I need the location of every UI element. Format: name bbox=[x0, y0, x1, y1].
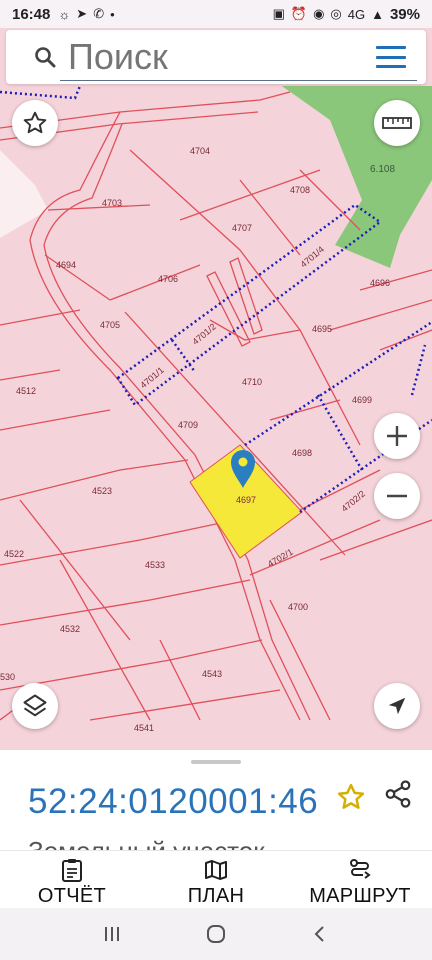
label-4543: 4543 bbox=[202, 669, 222, 679]
report-label: ОТЧЁТ bbox=[37, 885, 107, 907]
system-navigation-bar bbox=[0, 908, 432, 960]
label-4541: 4541 bbox=[134, 723, 154, 733]
back-button[interactable] bbox=[300, 919, 340, 949]
home-button[interactable] bbox=[196, 919, 236, 949]
label-4702-2: 4702/2 bbox=[340, 488, 368, 513]
route-label: МАРШРУТ bbox=[309, 885, 411, 907]
plan-action[interactable]: ПЛАН bbox=[144, 851, 288, 908]
route-icon bbox=[347, 857, 373, 883]
cadastral-map[interactable]: 4704 4703 4708 4707 4694 4706 4696 4705 … bbox=[0, 28, 432, 750]
zoom-out-button[interactable] bbox=[374, 473, 420, 519]
label-4532: 4532 bbox=[60, 624, 80, 634]
label-530: 530 bbox=[0, 672, 15, 682]
sheet-drag-handle[interactable] bbox=[191, 760, 241, 764]
home-icon bbox=[207, 925, 225, 943]
label-4522: 4522 bbox=[4, 549, 24, 559]
label-4523: 4523 bbox=[92, 486, 112, 496]
notification-icons: ☼ ➤ ✆ • bbox=[58, 6, 114, 22]
parcel-layer: 4704 4703 4708 4707 4694 4706 4696 4705 … bbox=[0, 85, 432, 733]
lock-icon: ▣ bbox=[272, 6, 285, 21]
label-4699: 4699 bbox=[352, 395, 372, 405]
route-action[interactable]: МАРШРУТ bbox=[288, 851, 432, 908]
label-4703: 4703 bbox=[102, 198, 122, 208]
search-input[interactable] bbox=[68, 36, 358, 78]
star-outline-icon bbox=[23, 111, 47, 134]
cadastral-number: 52:24:0120001:46 bbox=[28, 782, 319, 821]
navigation-arrow-icon bbox=[388, 697, 406, 715]
label-4701-1: 4701/1 bbox=[138, 365, 166, 390]
zoom-in-button[interactable] bbox=[374, 413, 420, 459]
label-4695: 4695 bbox=[312, 324, 332, 334]
label-4705: 4705 bbox=[100, 320, 120, 330]
share-icon[interactable] bbox=[383, 779, 413, 809]
layers-button[interactable] bbox=[12, 683, 58, 729]
ruler-icon bbox=[382, 117, 412, 129]
search-bar[interactable] bbox=[6, 30, 426, 84]
telegram-icon: ➤ bbox=[76, 6, 88, 21]
signal-icon: ▲ bbox=[371, 6, 384, 22]
search-icon[interactable] bbox=[28, 40, 62, 74]
recent-apps-button[interactable] bbox=[92, 919, 132, 949]
search-underline bbox=[60, 80, 417, 81]
network-type: 4G bbox=[347, 6, 366, 22]
viber-icon: ✆ bbox=[93, 6, 105, 21]
system-icons: ▣ ⏰ ◉ ◎ 4G ▲ 39% bbox=[273, 6, 420, 23]
status-bar: 16:48 ☼ ➤ ✆ • ▣ ⏰ ◉ ◎ 4G ▲ 39% bbox=[0, 0, 432, 28]
label-4697: 4697 bbox=[236, 495, 256, 505]
favorite-map-button[interactable] bbox=[12, 100, 58, 146]
label-4533: 4533 bbox=[145, 560, 165, 570]
layers-icon bbox=[23, 694, 47, 717]
label-4707: 4707 bbox=[232, 223, 252, 233]
label-4700: 4700 bbox=[288, 602, 308, 612]
location-status-icon: ◉ bbox=[313, 6, 325, 21]
label-4512: 4512 bbox=[16, 386, 36, 396]
battery-level: 39% bbox=[389, 5, 420, 23]
bottom-action-bar: ОТЧЁТ ПЛАН МАРШРУТ bbox=[0, 850, 432, 908]
label-4709: 4709 bbox=[178, 420, 198, 430]
label-4708: 4708 bbox=[290, 185, 310, 195]
parcel-labels: 4704 4703 4708 4707 4694 4706 4696 4705 … bbox=[0, 146, 395, 733]
parcel-type: Земельный участок bbox=[28, 836, 265, 850]
status-time: 16:48 bbox=[12, 5, 51, 23]
map-plan-icon bbox=[203, 857, 229, 883]
plus-icon bbox=[387, 426, 407, 446]
ruler-button[interactable] bbox=[374, 100, 420, 146]
dot-icon: • bbox=[110, 6, 115, 22]
plan-label: ПЛАН bbox=[187, 885, 245, 907]
favorite-star-icon[interactable] bbox=[336, 782, 366, 812]
alarm-icon: ⏰ bbox=[290, 6, 308, 21]
label-4710: 4710 bbox=[242, 377, 262, 387]
parcel-info-sheet[interactable]: 52:24:0120001:46 Земельный участок bbox=[0, 750, 432, 850]
label-4694: 4694 bbox=[56, 260, 76, 270]
label-green-area: 6.108 bbox=[370, 164, 395, 175]
light-area bbox=[0, 150, 48, 238]
wifi-icon: ◎ bbox=[330, 6, 342, 21]
report-icon bbox=[59, 857, 85, 883]
report-action[interactable]: ОТЧЁТ bbox=[0, 851, 144, 908]
hamburger-menu-icon[interactable] bbox=[376, 46, 406, 68]
minus-icon bbox=[387, 494, 407, 498]
recent-apps-icon bbox=[105, 927, 119, 941]
label-4706: 4706 bbox=[158, 274, 178, 284]
label-4704: 4704 bbox=[190, 146, 210, 156]
back-icon bbox=[314, 926, 324, 942]
my-location-button[interactable] bbox=[374, 683, 420, 729]
label-4701-2: 4701/2 bbox=[190, 321, 218, 346]
weather-icon: ☼ bbox=[58, 6, 71, 22]
label-4696: 4696 bbox=[370, 278, 390, 288]
label-4698: 4698 bbox=[292, 448, 312, 458]
